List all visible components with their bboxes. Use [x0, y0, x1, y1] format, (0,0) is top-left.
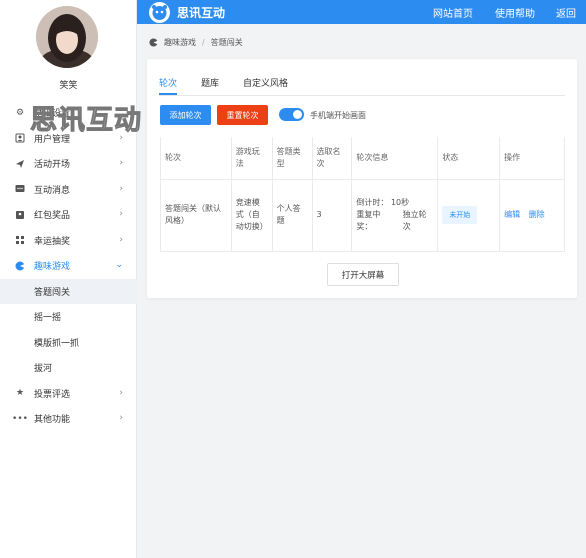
more-icon: ••• — [12, 413, 28, 424]
column-header: 操作 — [499, 137, 565, 180]
submenu-item-tug-of-war[interactable]: 拔河 — [0, 355, 137, 381]
column-header: 选取名次 — [311, 137, 352, 180]
chevron-right-icon: › — [119, 413, 123, 423]
add-round-button[interactable]: 添加轮次 — [160, 105, 211, 125]
delete-link[interactable]: 删除 — [529, 210, 545, 219]
star-icon: ★ — [15, 388, 25, 399]
actions-cell: 编辑 删除 — [499, 179, 565, 252]
gift-icon — [15, 210, 25, 220]
tab-bar: 轮次 题库 自定义风格 — [159, 76, 312, 95]
sidebar-item-lucky-draw[interactable]: 幸运抽奖 › — [0, 228, 137, 254]
game-icon — [149, 38, 158, 47]
chevron-down-icon: ⌄ — [115, 260, 123, 270]
avatar-image — [36, 6, 98, 68]
sidebar-item-label: 其他功能 — [34, 415, 71, 426]
sidebar-item-label: 红包奖品 — [34, 211, 71, 222]
breadcrumb-current: 答题闯关 — [210, 38, 243, 47]
repeat-win-info: 重复中奖： 独立轮次 — [356, 209, 433, 233]
brand-name: 思讯互动 — [177, 6, 226, 20]
column-header: 轮次信息 — [351, 137, 438, 180]
chevron-right-icon: › — [119, 387, 123, 398]
column-header: 状态 — [437, 137, 500, 180]
sidebar-item-label: 互动消息 — [34, 185, 71, 196]
chevron-right-icon: › — [119, 158, 123, 168]
chat-icon — [15, 184, 25, 194]
round-info: 倒计时： 10秒 重复中奖： 独立轮次 — [351, 179, 438, 252]
sidebar-item-fun-games[interactable]: 趣味游戏 ⌄ — [0, 253, 137, 279]
main-card: 轮次 题库 自定义风格 添加轮次 重置轮次 手机端开始画面 轮次 游戏玩法 答题… — [147, 59, 577, 298]
sidebar-item-label: 活动开场 — [34, 160, 71, 171]
tabs-divider — [159, 95, 565, 96]
round-name: 答题闯关（默认风格） — [160, 179, 232, 252]
chevron-right-icon: › — [119, 183, 123, 194]
column-header: 轮次 — [160, 137, 232, 180]
avatar[interactable] — [36, 6, 98, 68]
sidebar-item-label: 幸运抽奖 — [34, 236, 71, 247]
breadcrumb: 趣味游戏 / 答题闯关 — [149, 37, 243, 48]
chevron-right-icon: › — [119, 209, 123, 219]
nav-link-back[interactable]: 返回 — [556, 5, 576, 20]
answer-type: 个人答题 — [271, 179, 313, 252]
sidebar-item-event-opening[interactable]: 活动开场 › — [0, 151, 137, 177]
reset-round-button[interactable]: 重置轮次 — [217, 105, 268, 125]
submenu-item-grab[interactable]: 模版抓一抓 — [0, 330, 137, 356]
countdown-info: 倒计时： 10秒 — [356, 198, 410, 207]
rank-count: 3 — [311, 179, 352, 252]
game-mode: 竞速模式（自动切换） — [230, 179, 273, 252]
user-icon — [15, 133, 25, 143]
repeat-win-label: 重复中奖： — [356, 210, 381, 231]
sidebar-item-other[interactable]: ••• 其他功能 › — [0, 406, 137, 432]
tab-custom-style[interactable]: 自定义风格 — [243, 76, 288, 95]
sidebar-item-label: 趣味游戏 — [34, 262, 71, 273]
sidebar-item-voting[interactable]: ★ 投票评选 › — [0, 381, 137, 407]
repeat-win-value: 独立轮次 — [402, 210, 427, 231]
tab-question-bank[interactable]: 题库 — [201, 76, 219, 95]
tab-rounds[interactable]: 轮次 — [159, 76, 178, 95]
edit-link[interactable]: 编辑 — [504, 210, 520, 219]
status-cell: 未开始 — [437, 179, 500, 252]
send-icon — [15, 159, 25, 169]
mobile-start-screen-toggle[interactable] — [279, 108, 304, 121]
column-header: 答题类型 — [271, 137, 313, 180]
logo-icon — [149, 2, 170, 23]
sidebar-item-label: 投票评选 — [34, 389, 71, 400]
watermark: 思讯互动 — [30, 105, 142, 137]
sidebar-menu: ⚙ 基础设置 用户管理 › 活动开场 › 互动消息 › 红包奖品 › 幸运抽奖 … — [0, 100, 137, 432]
column-header: 游戏玩法 — [230, 137, 273, 180]
username: 笑笑 — [59, 81, 78, 91]
sidebar: 笑笑 ⚙ 基础设置 用户管理 › 活动开场 › 互动消息 › 红包奖品 › 幸运… — [0, 0, 137, 558]
table-header-row: 轮次 游戏玩法 答题类型 选取名次 轮次信息 状态 操作 — [160, 137, 565, 180]
gear-icon: ⚙ — [15, 107, 25, 118]
game-icon — [15, 261, 25, 271]
table-row: 答题闯关（默认风格） 竞速模式（自动切换） 个人答题 3 倒计时： 10秒 重复… — [160, 179, 565, 252]
nav-link-home[interactable]: 网站首页 — [433, 5, 473, 20]
nav-link-help[interactable]: 使用帮助 — [495, 5, 535, 20]
sidebar-item-red-packets[interactable]: 红包奖品 › — [0, 202, 137, 228]
breadcrumb-separator: / — [202, 38, 205, 47]
submenu-item-quiz[interactable]: 答题闯关 — [0, 278, 137, 304]
submenu-item-shake[interactable]: 摇一摇 — [0, 304, 137, 330]
breadcrumb-parent[interactable]: 趣味游戏 — [164, 37, 196, 48]
grid-icon — [15, 235, 25, 245]
top-bar: 思讯互动 网站首页 使用帮助 返回 — [137, 0, 586, 24]
open-big-screen-button[interactable]: 打开大屏幕 — [327, 263, 399, 286]
chevron-right-icon: › — [119, 234, 123, 245]
toggle-knob — [293, 110, 302, 119]
rounds-table: 轮次 游戏玩法 答题类型 选取名次 轮次信息 状态 操作 答题闯关（默认风格） … — [160, 137, 565, 252]
toggle-label: 手机端开始画面 — [310, 111, 366, 120]
sidebar-item-messages[interactable]: 互动消息 › — [0, 177, 137, 203]
status-badge: 未开始 — [442, 206, 478, 224]
